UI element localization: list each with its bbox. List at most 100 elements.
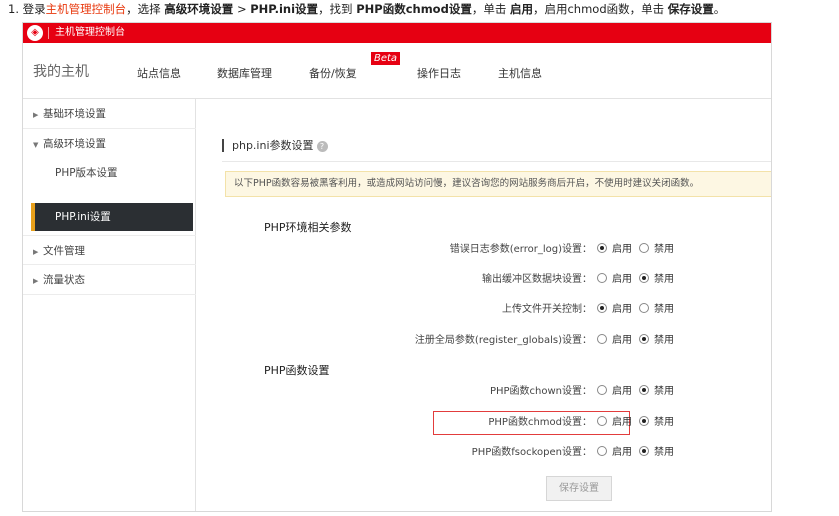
radio-checked-icon xyxy=(597,243,607,253)
top-bar: ◈ 主机管理控制台 xyxy=(23,23,771,43)
radio-checked-icon xyxy=(597,303,607,313)
radio-label: 启用 xyxy=(612,244,632,255)
section-divider xyxy=(222,161,771,162)
logo-divider xyxy=(48,27,49,39)
radio-enable[interactable]: 启用 xyxy=(597,415,632,431)
sidebar-item-label: 基础环境设置 xyxy=(43,108,106,120)
radio-unchecked-icon xyxy=(639,303,649,313)
setting-label: 注册全局参数(register_globals)设置： xyxy=(414,335,592,346)
group-title-php-functions: PHP函数设置 xyxy=(264,364,330,377)
setting-label: 输出缓冲区数据块设置： xyxy=(482,274,592,285)
setting-label: 上传文件开关控制： xyxy=(502,304,592,315)
help-icon[interactable]: ? xyxy=(316,140,328,152)
radio-label: 启用 xyxy=(612,447,632,458)
sidebar-item-php-ini[interactable]: PHP.ini设置 xyxy=(31,203,193,231)
radio-disable[interactable]: 禁用 xyxy=(639,242,674,258)
radio-enable[interactable]: 启用 xyxy=(597,445,632,461)
radio-enable[interactable]: 启用 xyxy=(597,302,632,318)
sidebar-item-label: 文件管理 xyxy=(43,245,85,257)
radio-checked-icon xyxy=(639,385,649,395)
radio-unchecked-icon xyxy=(597,385,607,395)
instruction-part: ，找到 xyxy=(318,2,357,16)
caret-down-icon: ▼ xyxy=(33,141,39,149)
radio-enable[interactable]: 启用 xyxy=(597,333,632,349)
radio-enable[interactable]: 启用 xyxy=(597,242,632,258)
radio-checked-icon xyxy=(639,416,649,426)
radio-label: 启用 xyxy=(612,304,632,315)
brand-logo-icon: ◈ xyxy=(27,25,43,41)
instruction-bold: 保存设置 xyxy=(667,2,714,16)
instruction-bold: 高级环境设置 xyxy=(164,2,234,16)
radio-disable[interactable]: 禁用 xyxy=(639,302,674,318)
save-settings-button[interactable]: 保存设置 xyxy=(546,476,612,501)
main-content: php.ini参数设置? 以下PHP函数容易被黑客利用，或造成网站访问慢，建议咨… xyxy=(197,99,771,511)
instruction-part: ，选择 xyxy=(126,2,165,16)
sidebar-item-label: 高级环境设置 xyxy=(43,138,106,150)
setting-row-fsockopen: PHP函数fsockopen设置： 启用 禁用 xyxy=(257,445,717,461)
beta-badge: Beta xyxy=(371,52,401,65)
radio-checked-icon xyxy=(639,334,649,344)
section-title: php.ini参数设置? xyxy=(222,139,328,152)
console-title[interactable]: 主机管理控制台 xyxy=(55,23,125,43)
instruction-bold: PHP.ini设置 xyxy=(250,2,319,16)
radio-disable[interactable]: 禁用 xyxy=(639,384,674,400)
section-title-text: php.ini参数设置 xyxy=(232,139,314,152)
radio-enable[interactable]: 启用 xyxy=(597,272,632,288)
setting-row-register-globals: 注册全局参数(register_globals)设置： 启用 禁用 xyxy=(257,333,717,349)
warning-notice: 以下PHP函数容易被黑客利用，或造成网站访问慢，建议咨询您的网站服务商后开启，不… xyxy=(225,171,771,197)
nav-site-info[interactable]: 站点信息 xyxy=(137,65,181,81)
instruction-part: > xyxy=(233,2,251,16)
radio-label: 启用 xyxy=(612,417,632,428)
instruction-step: 1. 登录 xyxy=(8,2,46,16)
nav-home[interactable]: 我的主机 xyxy=(33,61,89,81)
radio-unchecked-icon xyxy=(597,446,607,456)
radio-disable[interactable]: 禁用 xyxy=(639,333,674,349)
setting-row-output-buffer: 输出缓冲区数据块设置： 启用 禁用 xyxy=(257,272,717,288)
radio-unchecked-icon xyxy=(597,334,607,344)
active-marker xyxy=(31,203,35,231)
console-link[interactable]: 主机管理控制台 xyxy=(46,2,127,16)
caret-right-icon: ▶ xyxy=(33,277,39,285)
nav-database[interactable]: 数据库管理 xyxy=(217,65,272,81)
radio-disable[interactable]: 禁用 xyxy=(639,445,674,461)
sidebar-item-label: PHP.ini设置 xyxy=(55,211,111,223)
setting-row-error-log: 错误日志参数(error_log)设置： 启用 禁用 xyxy=(257,242,717,258)
sidebar-item-basic[interactable]: ▶ 基础环境设置 xyxy=(23,99,196,129)
group-title-php-env: PHP环境相关参数 xyxy=(264,221,352,234)
nav-operation-log[interactable]: 操作日志 xyxy=(417,65,461,81)
setting-row-chown: PHP函数chown设置： 启用 禁用 xyxy=(257,384,717,400)
radio-checked-icon xyxy=(639,273,649,283)
instruction-part: ，单击 xyxy=(471,2,510,16)
sidebar: ▶ 基础环境设置 ▼ 高级环境设置 PHP版本设置 PHP.ini设置 ▶ 文件管理 … xyxy=(23,99,196,511)
radio-label: 启用 xyxy=(612,335,632,346)
caret-right-icon: ▶ xyxy=(33,248,39,256)
radio-enable[interactable]: 启用 xyxy=(597,384,632,400)
main-nav: 我的主机 站点信息 数据库管理 备份/恢复 Beta 操作日志 主机信息 xyxy=(23,43,771,99)
setting-row-upload: 上传文件开关控制： 启用 禁用 xyxy=(257,302,717,318)
radio-label: 禁用 xyxy=(654,244,674,255)
radio-label: 禁用 xyxy=(654,447,674,458)
radio-checked-icon xyxy=(639,446,649,456)
radio-unchecked-icon xyxy=(639,243,649,253)
instruction-bold: PHP函数chmod设置 xyxy=(356,2,472,16)
radio-disable[interactable]: 禁用 xyxy=(639,272,674,288)
radio-label: 禁用 xyxy=(654,335,674,346)
radio-label: 启用 xyxy=(612,386,632,397)
caret-right-icon: ▶ xyxy=(33,111,39,119)
instruction-text: 1. 登录主机管理控制台，选择 高级环境设置 > PHP.ini设置，找到 PH… xyxy=(8,0,725,18)
radio-label: 禁用 xyxy=(654,274,674,285)
instruction-bold: 启用 xyxy=(509,2,533,16)
nav-backup-restore[interactable]: 备份/恢复 xyxy=(309,65,357,81)
console-screenshot: ◈ 主机管理控制台 我的主机 站点信息 数据库管理 备份/恢复 Beta 操作日… xyxy=(22,22,772,512)
instruction-part: ，启用chmod函数，单击 xyxy=(532,2,668,16)
radio-unchecked-icon xyxy=(597,273,607,283)
setting-label: PHP函数chown设置： xyxy=(489,386,592,397)
radio-label: 禁用 xyxy=(654,386,674,397)
sidebar-item-files[interactable]: ▶ 文件管理 xyxy=(23,235,196,265)
nav-host-info[interactable]: 主机信息 xyxy=(498,65,542,81)
setting-label: 错误日志参数(error_log)设置： xyxy=(449,244,592,255)
sidebar-item-traffic[interactable]: ▶ 流量状态 xyxy=(23,265,196,295)
sidebar-item-advanced[interactable]: ▼ 高级环境设置 xyxy=(23,129,196,159)
radio-disable[interactable]: 禁用 xyxy=(639,415,674,431)
sidebar-item-php-version[interactable]: PHP版本设置 xyxy=(23,159,196,187)
